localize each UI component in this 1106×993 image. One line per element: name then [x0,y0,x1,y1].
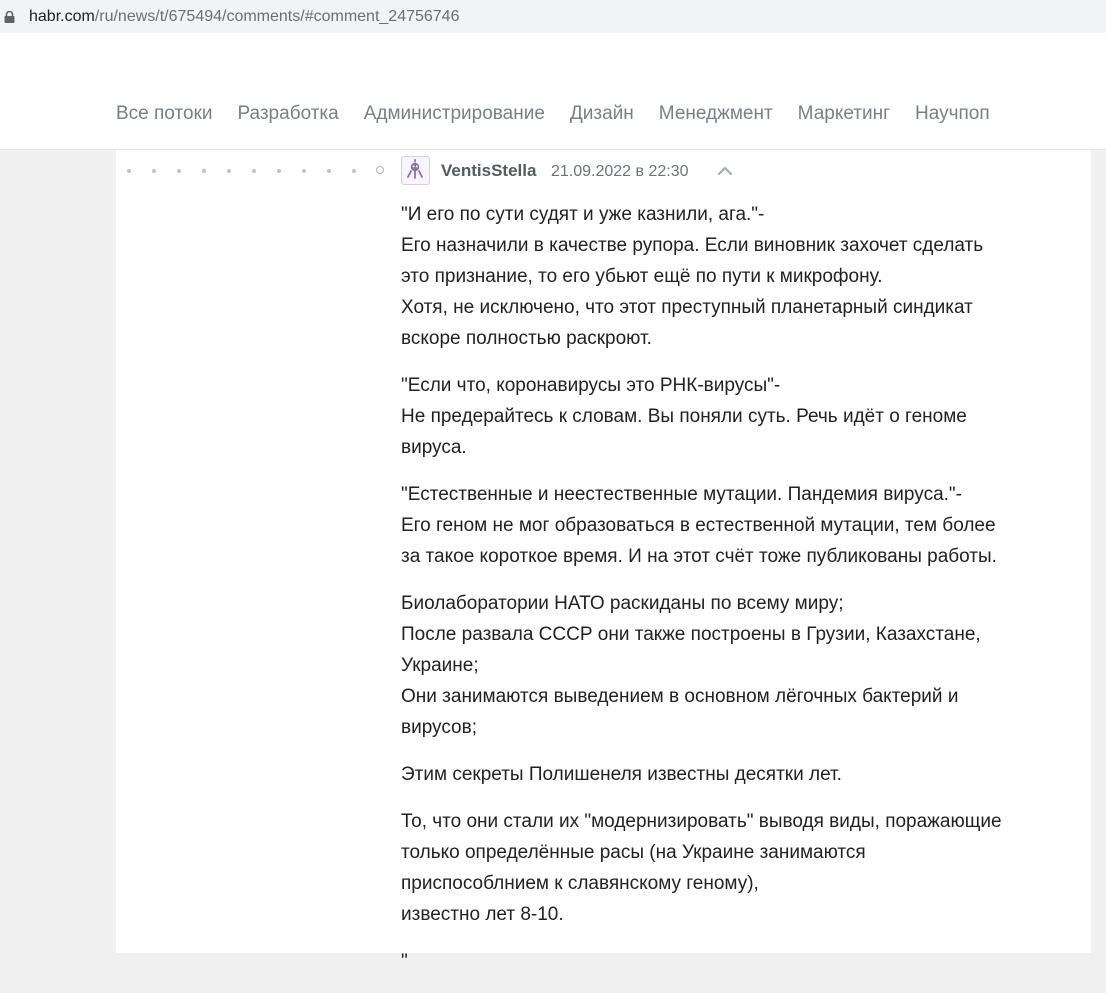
nav-item-administration[interactable]: Администрирование [364,103,545,125]
thread-dot [127,169,131,173]
comment-paragraph: "Если что, коронавирусы это РНК-вирусы"-… [401,375,967,458]
browser-address-bar[interactable]: habr.com/ru/news/t/675494/comments/#comm… [0,0,1106,33]
comment-paragraph: "Естественные и неестественные мутации. … [401,484,997,567]
nav-item-all-flows[interactable]: Все потоки [116,103,212,125]
thread-dot [177,169,181,173]
lock-icon [4,11,15,23]
comment-paragraph: Биолаборатории НАТО раскиданы по всему м… [401,593,981,738]
robot-avatar-icon [407,159,423,179]
nav-item-marketing[interactable]: Маркетинг [798,103,890,125]
comment-paragraph: То, что они стали их "модернизировать" в… [401,811,1002,925]
chevron-up-icon[interactable] [716,163,734,179]
comment-paragraph: "И его по сути судят и уже казнили, ага.… [401,204,984,349]
thread-dot [202,169,206,173]
thread-dot [277,169,281,173]
nav-item-management[interactable]: Менеджмент [659,103,773,125]
thread-dot-current [376,166,384,174]
user-avatar[interactable] [401,156,430,185]
comment-timestamp[interactable]: 21.09.2022 в 22:30 [551,162,689,182]
comment-paragraph: Этим секреты Полишенеля известны десятки… [401,764,842,785]
comment-author[interactable]: VentisStella [441,161,536,181]
thread-dot [252,169,256,173]
nav-item-popular-science[interactable]: Научпоп [915,103,990,125]
nav-item-design[interactable]: Дизайн [570,103,634,125]
comment-body: "И его по сути судят и уже казнили, ага.… [401,199,1081,993]
nav-list: Все потоки Разработка Администрирование … [116,103,1015,125]
section-nav: Все потоки Разработка Администрирование … [0,79,1106,150]
comment-paragraph: " [401,951,408,972]
thread-dot [352,169,356,173]
nav-item-development[interactable]: Разработка [237,103,338,125]
thread-dot [227,169,231,173]
header-strip [0,33,1106,80]
url-host: habr.com [29,8,95,25]
thread-dot [327,169,331,173]
url-text[interactable]: habr.com/ru/news/t/675494/comments/#comm… [29,7,459,26]
thread-dot [302,169,306,173]
url-path: /ru/news/t/675494/comments/#comment_2475… [94,8,460,25]
thread-dot [152,169,156,173]
